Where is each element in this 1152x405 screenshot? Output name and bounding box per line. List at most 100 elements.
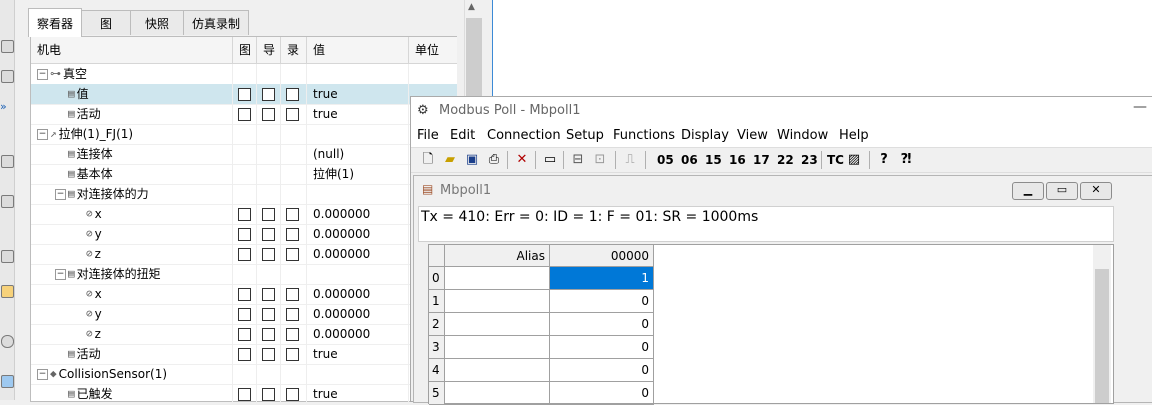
grid-value-cell[interactable]: 0 xyxy=(550,313,654,336)
grid-value-cell[interactable]: 1 xyxy=(550,267,654,290)
shape-tool-icon[interactable] xyxy=(1,195,14,208)
grid-alias-cell[interactable] xyxy=(445,382,550,405)
tree-row[interactable]: ⊘ y 0.000000 xyxy=(31,224,457,245)
menu-help[interactable]: Help xyxy=(839,128,869,143)
collapse-toggle-icon[interactable]: − xyxy=(37,128,48,140)
tree-row[interactable]: ⊘ z 0.000000 xyxy=(31,324,457,345)
close-x-icon[interactable]: ✕ xyxy=(515,152,529,167)
graph-checkbox[interactable] xyxy=(238,108,251,121)
menu-edit[interactable]: Edit xyxy=(450,128,475,143)
tree-row[interactable]: ⊘ x 0.000000 xyxy=(31,284,457,305)
cube-tool-icon[interactable] xyxy=(1,40,14,53)
record-checkbox[interactable] xyxy=(286,328,299,341)
record-checkbox[interactable] xyxy=(286,248,299,261)
grid-row-index[interactable]: 1 xyxy=(429,290,445,313)
grid-row-index[interactable]: 3 xyxy=(429,336,445,359)
record-checkbox[interactable] xyxy=(286,208,299,221)
menu-file[interactable]: File xyxy=(417,128,439,143)
child-minimize-button[interactable]: ▁ xyxy=(1012,182,1044,200)
print-icon[interactable]: ⎙ xyxy=(487,152,501,167)
graph-checkbox[interactable] xyxy=(238,328,251,341)
tree-row[interactable]: ▤ 连接体 (null) xyxy=(31,144,457,165)
grid-row-index[interactable]: 2 xyxy=(429,313,445,336)
record-checkbox[interactable] xyxy=(286,108,299,121)
open-folder-icon[interactable]: ▰ xyxy=(443,152,457,167)
tab-viewer[interactable]: 察看器 xyxy=(28,8,82,37)
grid-alias-cell[interactable] xyxy=(445,267,550,290)
tree-row[interactable]: ▤ 基本体 拉伸(1) xyxy=(31,164,457,185)
tree-row[interactable]: ⊘ x 0.000000 xyxy=(31,204,457,225)
graph-checkbox[interactable] xyxy=(238,348,251,361)
child-close-button[interactable]: ✕ xyxy=(1080,182,1112,200)
chevron-right-icon[interactable]: » xyxy=(0,100,7,113)
grid-value-cell[interactable]: 0 xyxy=(550,290,654,313)
tree-row[interactable]: ▤ 活动 true xyxy=(31,104,457,125)
export-checkbox[interactable] xyxy=(262,88,275,101)
layer-tool-icon[interactable] xyxy=(1,250,14,263)
tree-row[interactable]: ▤ 值 true xyxy=(31,84,457,105)
3d-viewport[interactable] xyxy=(492,0,1152,96)
tab-graph[interactable]: 图 xyxy=(81,10,131,35)
func-23-button[interactable]: 23 xyxy=(801,151,818,169)
tab-sim-record[interactable]: 仿真录制 xyxy=(183,10,249,35)
child-title-bar[interactable]: ▤ Mbpoll1 ▁ ▭ ✕ xyxy=(414,176,1152,204)
grid-alias-cell[interactable] xyxy=(445,359,550,382)
export-checkbox[interactable] xyxy=(262,328,275,341)
menu-setup[interactable]: Setup xyxy=(566,128,604,143)
child-maximize-button[interactable]: ▭ xyxy=(1046,182,1078,200)
record-checkbox[interactable] xyxy=(286,388,299,401)
menu-functions[interactable]: Functions xyxy=(613,128,675,143)
export-checkbox[interactable] xyxy=(262,288,275,301)
tree-row[interactable]: − ↗ 拉伸(1)_FJ(1) xyxy=(31,124,457,145)
monitor-icon[interactable]: ▨ xyxy=(847,152,861,167)
menu-connection[interactable]: Connection xyxy=(487,128,561,143)
export-checkbox[interactable] xyxy=(262,108,275,121)
func-06-button[interactable]: 06 xyxy=(681,151,698,169)
grid-row-index[interactable]: 0 xyxy=(429,267,445,290)
tree-row[interactable]: − ◆ CollisionSensor(1) xyxy=(31,364,457,385)
grid-header-alias[interactable]: Alias xyxy=(445,245,550,267)
collapse-toggle-icon[interactable]: − xyxy=(55,188,66,200)
record-checkbox[interactable] xyxy=(286,288,299,301)
tc-button[interactable]: TC xyxy=(827,151,844,169)
record-checkbox[interactable] xyxy=(286,88,299,101)
modbus-title-bar[interactable]: ⚙ Modbus Poll - Mbpoll1 — xyxy=(411,97,1152,125)
collapse-toggle-icon[interactable]: − xyxy=(37,68,48,80)
sensor-tool-icon[interactable] xyxy=(1,285,14,298)
graph-checkbox[interactable] xyxy=(238,388,251,401)
export-checkbox[interactable] xyxy=(262,308,275,321)
export-checkbox[interactable] xyxy=(262,208,275,221)
grid-header-register[interactable]: 00000 xyxy=(550,245,654,267)
tree-row[interactable]: ▤ 已触发 true xyxy=(31,384,457,405)
export-checkbox[interactable] xyxy=(262,228,275,241)
axis-tool-icon[interactable] xyxy=(1,70,14,83)
new-file-icon[interactable]: 🗋 xyxy=(421,152,435,167)
menu-window[interactable]: Window xyxy=(777,128,828,143)
menu-display[interactable]: Display xyxy=(681,128,729,143)
func-17-button[interactable]: 17 xyxy=(753,151,770,169)
tree-row[interactable]: − ⊶ 真空 xyxy=(31,64,457,85)
func-05-button[interactable]: 05 xyxy=(657,151,674,169)
col-header-value[interactable]: 值 xyxy=(307,37,409,63)
record-checkbox[interactable] xyxy=(286,308,299,321)
circle-tool-icon[interactable] xyxy=(1,335,14,348)
grid-value-cell[interactable]: 0 xyxy=(550,382,654,405)
scroll-up-icon[interactable]: ▲ xyxy=(468,2,475,12)
record-checkbox[interactable] xyxy=(286,228,299,241)
export-checkbox[interactable] xyxy=(262,248,275,261)
grid-scrollbar[interactable] xyxy=(1093,245,1111,403)
save-icon[interactable]: ▣ xyxy=(465,152,479,167)
tree-row[interactable]: ⊘ y 0.000000 xyxy=(31,304,457,325)
graph-checkbox[interactable] xyxy=(238,288,251,301)
tab-snapshot[interactable]: 快照 xyxy=(130,10,184,35)
help-icon[interactable]: ? xyxy=(877,152,891,167)
disconnect-icon[interactable]: ⊡ xyxy=(593,152,607,167)
view-tool-icon[interactable] xyxy=(1,375,14,388)
grid-alias-cell[interactable] xyxy=(445,313,550,336)
grid-scrollbar-thumb[interactable] xyxy=(1095,269,1109,403)
graph-checkbox[interactable] xyxy=(238,208,251,221)
export-checkbox[interactable] xyxy=(262,388,275,401)
tree-row[interactable]: − ▤ 对连接体的力 xyxy=(31,184,457,205)
col-header-mechatronics[interactable]: 机电 xyxy=(31,37,233,63)
grid-row-index[interactable]: 5 xyxy=(429,382,445,405)
